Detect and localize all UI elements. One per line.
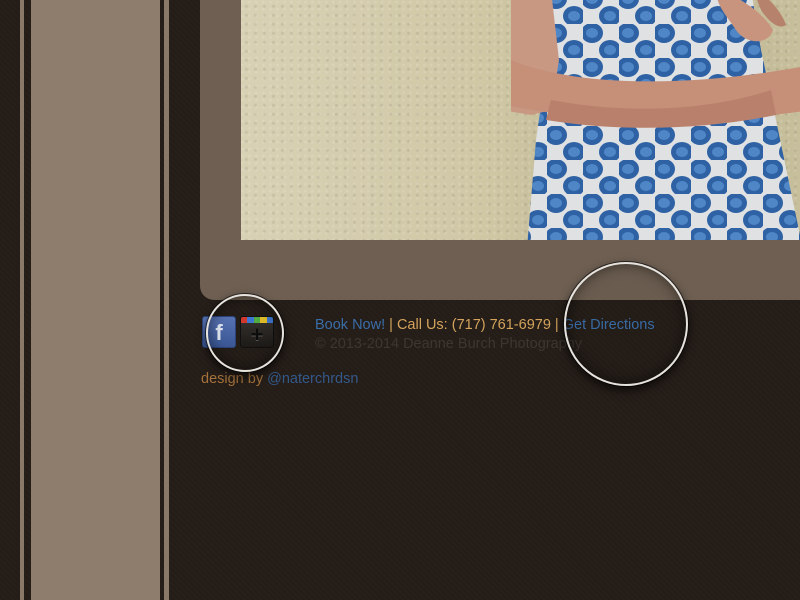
sidebar-outer-rule [20, 0, 24, 600]
magnifier-lens [564, 262, 688, 386]
design-credit: design by @naterchrdsn [201, 370, 358, 388]
sidebar-inner-rule [164, 0, 169, 600]
book-now-link[interactable]: Book Now! [315, 317, 385, 333]
call-us-text: Call Us: (717) 761-6979 [396, 317, 551, 333]
sidebar-column [31, 0, 160, 600]
designer-link[interactable]: @naterchrdsn [267, 371, 358, 387]
design-credit-label: design by [201, 371, 268, 387]
site-footer: f + Book Now! | Call Us: (717) 761-6979 … [200, 300, 800, 400]
footer-separator: | [385, 317, 397, 333]
magnifier-lens [206, 294, 284, 372]
footer-separator: | [550, 317, 563, 333]
hero-photo [241, 0, 800, 240]
photo-person [511, 0, 800, 240]
copyright-text: © 2013-2014 Deanne Burch Photography [315, 336, 583, 352]
page: f + Book Now! | Call Us: (717) 761-6979 … [0, 0, 800, 600]
